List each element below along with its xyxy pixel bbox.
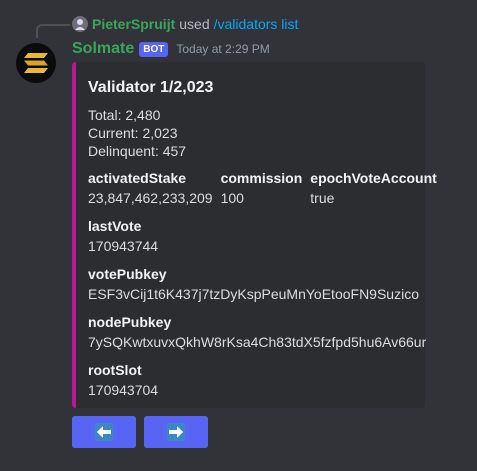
field-value: true — [310, 190, 335, 206]
field-row: nodePubkey 7ySQKwtxuvxQkhW8rKsa4Ch83tdX5… — [88, 312, 426, 352]
left-arrow-icon — [95, 423, 113, 441]
field-name: votePubkey — [88, 266, 167, 282]
bot-name[interactable]: Solmate — [72, 40, 134, 58]
field-commission: commission 100 — [221, 168, 303, 208]
bot-avatar[interactable] — [16, 43, 56, 83]
reply-connector — [36, 24, 70, 38]
reply-command[interactable]: /validators list — [214, 16, 299, 32]
solana-logo-icon — [24, 53, 48, 73]
field-last-vote: lastVote 170943744 — [88, 216, 158, 256]
field-name: lastVote — [88, 218, 142, 234]
field-node-pubkey: nodePubkey 7ySQKwtxuvxQkhW8rKsa4Ch83tdX5… — [88, 312, 426, 352]
desc-delinquent: Delinquent: 457 — [88, 143, 187, 159]
field-value: 7ySQKwtxuvxQkhW8rKsa4Ch83tdX5fzfpd5hu6Av… — [88, 334, 427, 350]
reply-action: used — [179, 16, 210, 32]
field-name: activatedStake — [88, 170, 187, 186]
user-avatar-icon[interactable] — [72, 16, 88, 32]
field-vote-pubkey: votePubkey ESF3vCij1t6K437j7tzDyKspPeuMn… — [88, 264, 419, 304]
validator-embed: Validator 1/2,023 Total: 2,480 Current: … — [72, 62, 437, 408]
next-button[interactable] — [144, 416, 208, 448]
field-name: epochVoteAccount — [310, 170, 437, 186]
bot-tag-badge: BOT — [139, 41, 169, 57]
field-epoch-vote-account: epochVoteAccount true — [310, 168, 437, 208]
field-name: commission — [220, 170, 303, 186]
field-value: 100 — [220, 190, 244, 206]
field-activated-stake: activatedStake 23,847,462,233,209 — [88, 168, 213, 208]
field-root-slot: rootSlot 170943704 — [88, 360, 158, 400]
field-value: ESF3vCij1t6K437j7tzDyKspPeuMnYoEtooFN9Su… — [88, 286, 419, 302]
reply-username[interactable]: PieterSpruijt — [92, 16, 175, 32]
field-row: votePubkey ESF3vCij1t6K437j7tzDyKspPeuMn… — [88, 264, 419, 304]
field-value: 23,847,462,233,209 — [88, 190, 213, 206]
desc-total: Total: 2,480 — [88, 107, 161, 123]
embed-fields: activatedStake 23,847,462,233,209 commis… — [88, 168, 437, 400]
field-value: 170943704 — [88, 382, 159, 398]
right-arrow-icon — [167, 423, 185, 441]
field-name: rootSlot — [88, 362, 142, 378]
field-name: nodePubkey — [88, 314, 172, 330]
field-row: lastVote 170943744 — [88, 216, 413, 256]
message-header: Solmate BOT Today at 2:29 PM — [72, 38, 270, 60]
field-row-inline: activatedStake 23,847,462,233,209 commis… — [88, 168, 437, 208]
embed-title: Validator 1/2,023 — [88, 79, 214, 96]
field-value: 170943744 — [88, 238, 159, 254]
message-timestamp: Today at 2:29 PM — [176, 42, 270, 56]
field-row: rootSlot 170943704 — [88, 360, 413, 400]
reply-context[interactable]: PieterSpruijt used /validators list — [72, 15, 298, 33]
previous-button[interactable] — [72, 416, 136, 448]
desc-current: Current: 2,023 — [88, 125, 178, 141]
